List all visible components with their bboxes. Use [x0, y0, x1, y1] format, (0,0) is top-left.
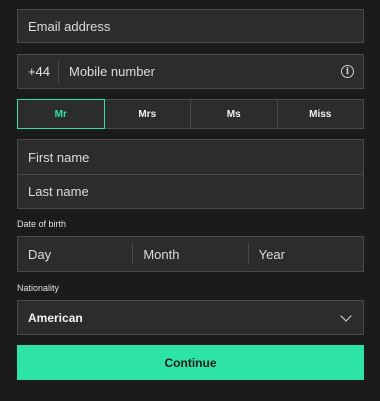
date-of-birth-label: Date of birth [17, 219, 67, 229]
dob-year-field[interactable]: Year [249, 237, 363, 271]
email-placeholder: Email address [28, 18, 111, 34]
title-selector: Mr Mrs Ms Miss [17, 99, 364, 129]
title-option-mrs[interactable]: Mrs [103, 99, 191, 129]
title-option-miss[interactable]: Miss [276, 99, 364, 129]
dob-month-placeholder: Month [143, 246, 180, 262]
last-name-placeholder: Last name [28, 184, 89, 199]
name-fields: First name Last name [17, 139, 364, 209]
dob-year-placeholder: Year [258, 246, 285, 262]
signup-form: Email address +44 Mobile number i Mr Mrs… [0, 0, 380, 401]
mobile-number-input[interactable]: Mobile number [59, 64, 341, 79]
title-option-ms[interactable]: Ms [190, 99, 278, 129]
nationality-label: Nationality [17, 283, 60, 293]
first-name-placeholder: First name [28, 149, 90, 165]
dob-day-field[interactable]: Day [18, 237, 132, 271]
nationality-value: American [28, 310, 83, 325]
country-code-prefix[interactable]: +44 [18, 55, 58, 88]
nationality-select[interactable]: American [17, 300, 364, 335]
mobile-field: +44 Mobile number i [17, 54, 364, 89]
title-option-mr[interactable]: Mr [17, 99, 105, 129]
dob-day-placeholder: Day [28, 246, 52, 262]
last-name-field[interactable]: Last name [18, 174, 363, 208]
info-circle-icon[interactable]: i [341, 65, 354, 78]
chevron-down-icon [340, 309, 352, 322]
continue-button[interactable]: Continue [17, 345, 364, 380]
date-of-birth-fields: Day Month Year [17, 236, 364, 272]
first-name-field[interactable]: First name [18, 140, 363, 174]
dob-month-field[interactable]: Month [133, 237, 247, 271]
email-field[interactable]: Email address [17, 9, 364, 43]
